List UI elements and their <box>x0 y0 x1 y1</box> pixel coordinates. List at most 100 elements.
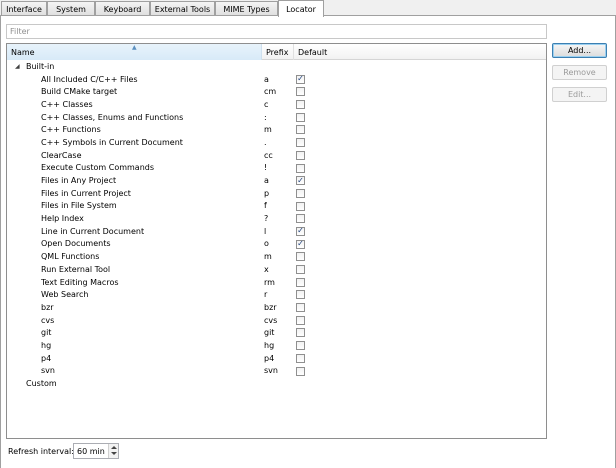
tab-external-tools[interactable]: External Tools <box>150 1 215 16</box>
default-checkbox[interactable] <box>296 353 305 363</box>
default-checkbox[interactable] <box>296 277 305 287</box>
default-checkbox[interactable] <box>296 163 305 173</box>
filter-prefix[interactable]: a <box>264 176 269 185</box>
filter-prefix[interactable]: bzr <box>264 303 277 312</box>
tree-row[interactable]: Build CMake target cm <box>7 85 546 98</box>
default-checkbox[interactable]: ✓ <box>296 74 305 84</box>
default-checkbox[interactable] <box>296 252 305 262</box>
tree-row[interactable]: Execute Custom Commands! <box>7 162 546 175</box>
filter-prefix[interactable]: svn <box>264 366 278 375</box>
add-button[interactable]: Add... <box>552 43 607 58</box>
default-checkbox[interactable] <box>296 112 305 122</box>
tree-row[interactable]: Text Editing Macros rm <box>7 276 546 289</box>
spin-arrows[interactable] <box>108 444 118 458</box>
tree-row[interactable]: C++ Symbols in Current Document. <box>7 136 546 149</box>
default-checkbox[interactable] <box>296 341 305 351</box>
tree-row[interactable]: Run External Tool x <box>7 263 546 276</box>
filter-prefix[interactable]: r <box>264 290 267 299</box>
filter-prefix[interactable]: l <box>264 227 266 236</box>
tab-system[interactable]: System <box>47 1 95 16</box>
filter-name: Line in Current Document <box>41 226 145 236</box>
tree-row[interactable]: Line in Current Document l ✓ <box>7 225 546 238</box>
filter-prefix[interactable]: ! <box>264 163 267 172</box>
default-checkbox[interactable] <box>296 265 305 274</box>
tree-row[interactable]: Open Documents o ✓ <box>7 238 546 251</box>
default-checkbox[interactable] <box>296 328 305 338</box>
default-checkbox[interactable]: ✓ <box>296 226 305 236</box>
default-checkbox[interactable] <box>296 125 305 135</box>
tab-locator[interactable]: Locator <box>278 0 324 18</box>
default-checkbox[interactable] <box>296 87 305 97</box>
default-checkbox[interactable] <box>296 290 305 300</box>
expand-arrow-icon[interactable]: ◢ <box>15 63 20 70</box>
filter-prefix[interactable]: o <box>264 239 269 248</box>
tree-row[interactable]: svn svn <box>7 365 546 378</box>
default-checkbox[interactable] <box>296 100 305 110</box>
default-checkbox[interactable] <box>296 201 305 211</box>
tree-row[interactable]: git git <box>7 326 546 339</box>
filter-prefix[interactable]: rm <box>264 278 275 287</box>
spin-down-icon[interactable] <box>111 452 117 455</box>
tree-row[interactable]: hg hg <box>7 339 546 352</box>
tree-row[interactable]: cvs cvs <box>7 314 546 327</box>
filter-prefix[interactable]: cc <box>264 151 273 160</box>
filter-prefix[interactable]: git <box>264 328 274 337</box>
filter-prefix[interactable]: x <box>264 265 269 274</box>
filter-name: C++ Classes <box>41 99 93 109</box>
default-checkbox[interactable]: ✓ <box>296 176 305 186</box>
column-header-default[interactable]: Default <box>294 44 546 60</box>
tree-row[interactable]: Web Search r <box>7 288 546 301</box>
group-label: Custom <box>26 379 57 389</box>
tree-group-custom[interactable]: Custom <box>7 377 546 390</box>
filter-prefix[interactable]: ? <box>264 214 268 223</box>
tree-row[interactable]: All Included C/C++ Files a ✓ <box>7 73 546 86</box>
tree-row[interactable]: Files in Any Project a ✓ <box>7 174 546 187</box>
tree-row[interactable]: QML Functions m <box>7 250 546 263</box>
default-checkbox[interactable] <box>296 366 305 376</box>
filter-prefix[interactable]: cvs <box>264 316 277 325</box>
tab-mime-types[interactable]: MIME Types <box>215 1 278 16</box>
default-checkbox[interactable] <box>296 188 305 198</box>
tree-row[interactable]: C++ Functions m <box>7 123 546 136</box>
spin-up-icon[interactable] <box>111 446 117 449</box>
edit-button[interactable]: Edit... <box>552 87 607 102</box>
filter-prefix[interactable]: m <box>264 252 272 261</box>
filter-prefix[interactable]: : <box>264 113 267 122</box>
filter-name: git <box>41 328 52 338</box>
tab-bar: Interface System Keyboard External Tools… <box>0 0 616 18</box>
filter-prefix[interactable]: f <box>264 201 267 210</box>
default-checkbox[interactable] <box>296 214 305 224</box>
filter-input[interactable] <box>6 24 547 39</box>
default-checkbox[interactable] <box>296 303 305 313</box>
tree-row[interactable]: Files in File System f <box>7 200 546 213</box>
tab-interface[interactable]: Interface <box>1 1 47 16</box>
filter-prefix[interactable]: hg <box>264 341 274 350</box>
column-header-prefix[interactable]: Prefix <box>262 44 294 60</box>
tab-keyboard[interactable]: Keyboard <box>95 1 150 16</box>
filter-prefix[interactable]: m <box>264 125 272 134</box>
default-checkbox[interactable]: ✓ <box>296 239 305 249</box>
filter-prefix[interactable]: cm <box>264 87 276 96</box>
tree-row[interactable]: Files in Current Project p <box>7 187 546 200</box>
filter-prefix[interactable]: c <box>264 100 268 109</box>
filter-prefix[interactable]: p <box>264 189 269 198</box>
tree-row[interactable]: bzr bzr <box>7 301 546 314</box>
tree-row[interactable]: p4 p4 <box>7 352 546 365</box>
tree-group-builtin[interactable]: ◢ Built-in <box>7 60 546 73</box>
default-checkbox[interactable] <box>296 150 305 160</box>
tree-row[interactable]: ClearCase cc <box>7 149 546 162</box>
column-header-label: Prefix <box>266 47 289 57</box>
filter-prefix[interactable]: p4 <box>264 354 274 363</box>
filter-prefix[interactable]: a <box>264 75 269 84</box>
tab-label: Locator <box>286 4 316 14</box>
tree-row[interactable]: Help Index? <box>7 212 546 225</box>
remove-button[interactable]: Remove <box>552 65 607 80</box>
tree-row[interactable]: C++ Classes, Enums and Functions: <box>7 111 546 124</box>
locator-filter-tree[interactable]: Name ▲ Prefix Default ◢ Built-in All Inclu… <box>6 43 547 439</box>
default-checkbox[interactable] <box>296 138 305 148</box>
refresh-interval-spinbox[interactable]: 60 min <box>73 443 119 459</box>
filter-prefix[interactable]: . <box>264 138 267 147</box>
default-checkbox[interactable] <box>296 315 305 325</box>
filter-name: Files in Current Project <box>41 188 131 198</box>
tree-row[interactable]: C++ Classes c <box>7 98 546 111</box>
